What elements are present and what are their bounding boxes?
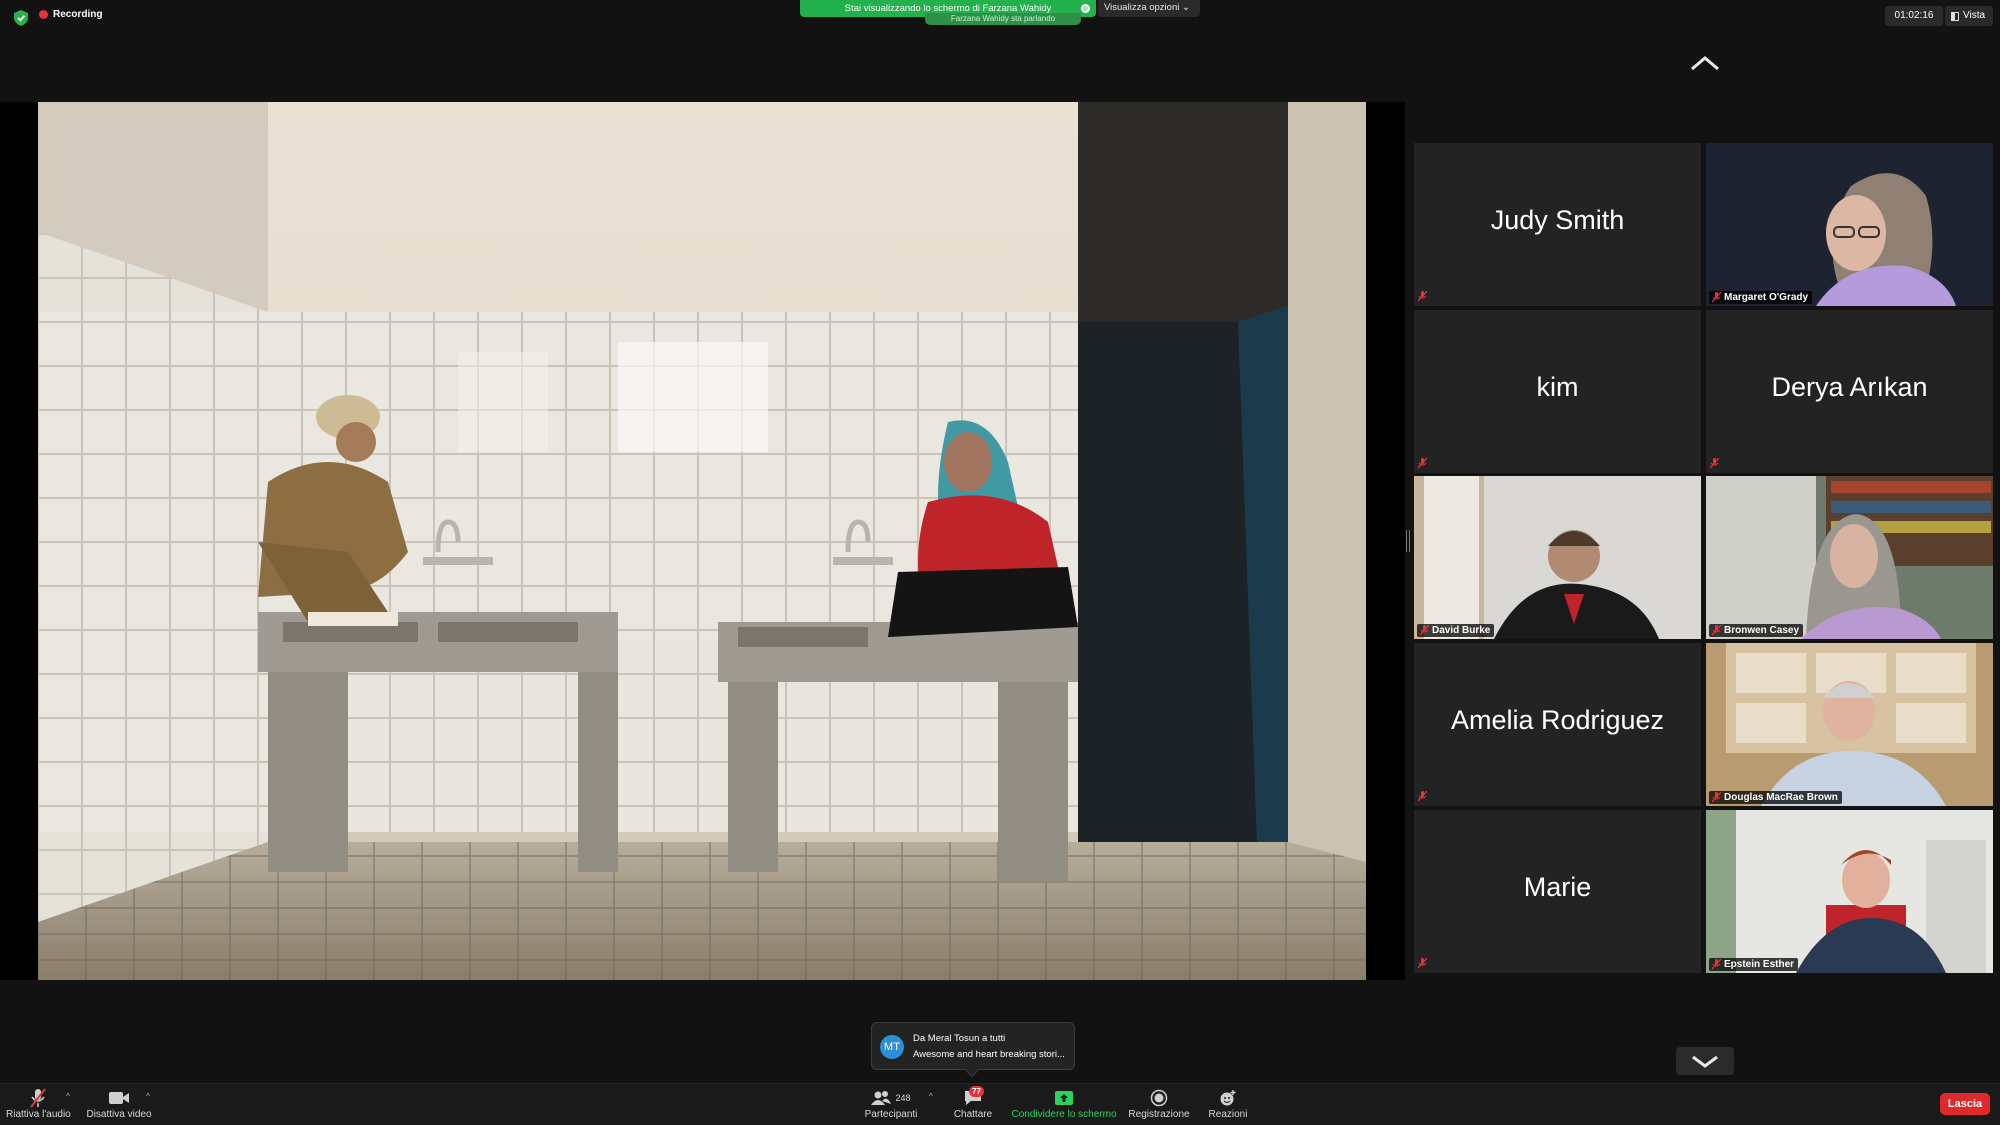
- participant-tile[interactable]: Epstein Esther: [1706, 810, 1993, 973]
- share-screen-icon: [1055, 1091, 1073, 1105]
- reaction-emoji-icon: [1220, 1090, 1236, 1106]
- participant-label: Epstein Esther: [1709, 958, 1799, 971]
- chat-sender: Da Meral Tosun a tutti: [913, 1033, 1006, 1044]
- record-icon: [1150, 1089, 1168, 1107]
- participant-tile[interactable]: Amelia Rodriguez: [1414, 643, 1701, 806]
- participant-name: Derya Arıkan: [1771, 372, 1928, 402]
- gallery-up-chevron-icon[interactable]: [1690, 54, 1720, 72]
- participants-count: 248: [895, 1093, 911, 1103]
- unmute-button[interactable]: Riattiva l'audio: [6, 1088, 71, 1124]
- participant-tile[interactable]: Bronwen Casey: [1706, 476, 1993, 639]
- participants-options-caret-icon[interactable]: ^: [929, 1092, 933, 1101]
- participant-tile[interactable]: Margaret O'Grady: [1706, 143, 1993, 306]
- leave-meeting-button[interactable]: Lascia: [1940, 1093, 1990, 1115]
- participant-video: [1706, 143, 1993, 306]
- record-button[interactable]: Registrazione: [1126, 1088, 1192, 1124]
- participant-tile[interactable]: Douglas MacRae Brown: [1706, 643, 1993, 806]
- recording-dot-icon: [39, 10, 48, 19]
- shared-screen-view[interactable]: [0, 102, 1405, 980]
- view-button[interactable]: Vista: [1945, 6, 1993, 26]
- participant-label: Douglas MacRae Brown: [1709, 791, 1842, 804]
- shared-photo-image: [38, 102, 1366, 980]
- chat-notification[interactable]: MT Da Meral Tosun a tutti Awesome and he…: [871, 1022, 1075, 1078]
- participant-tile[interactable]: Judy Smith: [1414, 143, 1701, 306]
- participants-label: Partecipanti: [864, 1109, 918, 1120]
- reactions-button[interactable]: Reazioni: [1202, 1088, 1254, 1124]
- participant-name: David Burke: [1432, 625, 1491, 636]
- audio-options-caret-icon[interactable]: ^: [66, 1092, 70, 1101]
- participant-tile[interactable]: Derya Arıkan: [1706, 310, 1993, 473]
- participant-tile[interactable]: Marie: [1414, 810, 1701, 973]
- chevron-down-icon: ⌄: [1181, 2, 1190, 13]
- resize-splitter[interactable]: [1406, 530, 1410, 552]
- recording-label: Recording: [53, 9, 103, 20]
- participant-label: David Burke: [1417, 624, 1495, 637]
- view-options-button[interactable]: Visualizza opzioni ⌄: [1098, 0, 1200, 17]
- muted-mic-icon: [1418, 958, 1427, 969]
- participant-label: Margaret O'Grady: [1709, 291, 1813, 304]
- shared-photo: [38, 102, 1366, 980]
- chevron-down-icon: [1692, 1055, 1718, 1068]
- participant-name: Judy Smith: [1490, 205, 1625, 235]
- muted-mic-icon: [1712, 792, 1721, 803]
- muted-mic-icon: [1420, 625, 1429, 636]
- participants-icon: [871, 1091, 892, 1105]
- meeting-timer: 01:02:16: [1885, 6, 1943, 26]
- unmute-label: Riattiva l'audio: [6, 1109, 71, 1120]
- muted-mic-icon: [1418, 458, 1427, 469]
- share-screen-label: Condividere lo schermo: [1011, 1109, 1117, 1120]
- participant-tile[interactable]: David Burke: [1414, 476, 1701, 639]
- muted-mic-icon: [1712, 625, 1721, 636]
- sender-avatar: MT: [880, 1035, 904, 1059]
- participant-name: Bronwen Casey: [1724, 625, 1800, 636]
- reactions-label: Reazioni: [1208, 1109, 1248, 1120]
- participant-video: [1706, 810, 1993, 973]
- participant-label: Bronwen Casey: [1709, 624, 1804, 637]
- stop-video-button[interactable]: Disattiva video: [84, 1088, 154, 1124]
- chat-unread-badge: 77: [969, 1086, 984, 1097]
- participant-name: Marie: [1523, 872, 1592, 902]
- chat-label: Chattare: [953, 1109, 993, 1120]
- video-options-caret-icon[interactable]: ^: [146, 1092, 150, 1101]
- participant-video: [1706, 643, 1993, 806]
- share-screen-button[interactable]: Condividere lo schermo: [1008, 1088, 1120, 1124]
- muted-mic-icon: [1712, 959, 1721, 970]
- security-shield-icon[interactable]: [14, 10, 28, 26]
- muted-mic-icon: [1710, 458, 1719, 469]
- meeting-toolbar: Riattiva l'audio ^ Disattiva video ^ 248…: [0, 1083, 2000, 1125]
- view-options-label: Visualizza opzioni: [1104, 2, 1180, 13]
- muted-mic-icon: [1712, 292, 1721, 303]
- muted-mic-icon: [1418, 791, 1427, 802]
- share-status-icon: [1081, 4, 1090, 13]
- participant-name: Amelia Rodriguez: [1450, 705, 1665, 735]
- participant-video: [1706, 476, 1993, 639]
- chat-button[interactable]: 77 Chattare: [948, 1086, 998, 1124]
- record-label: Registrazione: [1128, 1109, 1190, 1120]
- participant-name: kim: [1536, 372, 1579, 402]
- layout-icon: [1951, 11, 1959, 21]
- view-label: Vista: [1963, 10, 1986, 21]
- gallery-down-button[interactable]: [1676, 1047, 1734, 1075]
- muted-mic-icon: [1418, 291, 1427, 302]
- stop-video-label: Disattiva video: [86, 1109, 152, 1120]
- participant-video: [1414, 476, 1701, 639]
- participant-name: Epstein Esther: [1724, 959, 1795, 970]
- top-bar: Recording Stai visualizzando lo schermo …: [0, 0, 2000, 34]
- participant-tile[interactable]: kim: [1414, 310, 1701, 473]
- participants-button[interactable]: 248 Partecipanti: [860, 1088, 922, 1124]
- active-speaker-label: Farzana Wahidy sta parlando: [925, 13, 1081, 25]
- participant-name: Margaret O'Grady: [1724, 292, 1809, 303]
- participant-name: Douglas MacRae Brown: [1724, 792, 1838, 803]
- recording-indicator[interactable]: Recording: [39, 9, 102, 20]
- muted-microphone-icon: [30, 1088, 46, 1108]
- chat-message-preview: Awesome and heart breaking stori...: [913, 1049, 1065, 1060]
- toast-pointer: [964, 1062, 980, 1078]
- video-camera-icon: [109, 1092, 129, 1104]
